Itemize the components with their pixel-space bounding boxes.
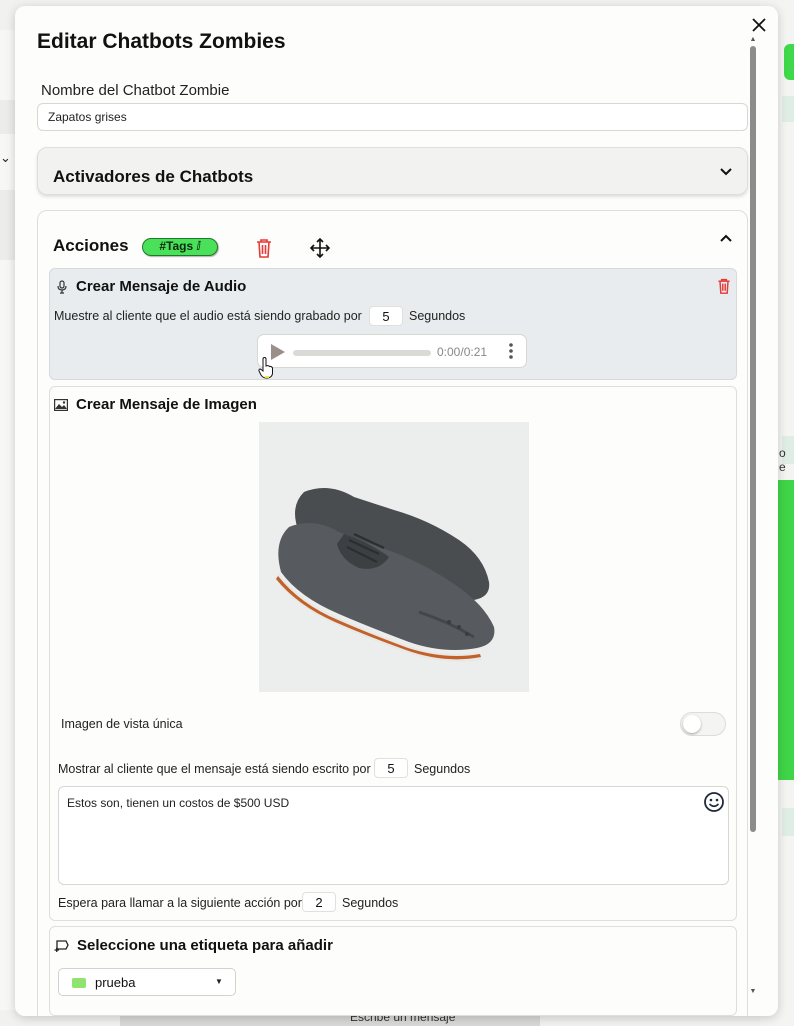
chevron-down-icon[interactable] (720, 168, 732, 176)
typing-duration-text: Mostrar al cliente que el mensaje está s… (58, 762, 371, 776)
microphone-icon (57, 279, 67, 294)
tag-select-value: prueba (95, 975, 136, 990)
caret-down-icon[interactable]: ▼ (215, 977, 223, 986)
tag-color-swatch (72, 978, 86, 988)
move-icon[interactable] (310, 238, 330, 258)
actions-panel: Acciones #Tags ⅈ Crear Mensaje de Audio (37, 210, 748, 1016)
triggers-title: Activadores de Chatbots (53, 167, 254, 186)
triggers-accordion[interactable]: Activadores de Chatbots (37, 147, 748, 195)
recording-seconds-label: Segundos (409, 309, 466, 323)
background-chevron-icon: ⌄ (0, 150, 11, 165)
single-view-toggle[interactable] (680, 712, 726, 736)
tags-badge[interactable]: #Tags ⅈ (142, 238, 218, 256)
single-view-label: Imagen de vista única (61, 717, 183, 731)
audio-progress-track[interactable] (293, 350, 431, 356)
image-message-card: Crear Mensaje de Imagen Imagen de vista … (49, 386, 737, 921)
more-options-icon[interactable] (508, 342, 514, 360)
modal-scrollbar[interactable]: ▲ ▼ (749, 36, 757, 1004)
wait-duration-text: Espera para llamar a la siguiente acción… (58, 896, 302, 910)
tag-card-title: Seleccione una etiqueta para añadir (77, 937, 333, 954)
typing-seconds-label: Segundos (414, 762, 471, 776)
recording-duration-text: Muestre al cliente que el audio está sie… (54, 309, 362, 323)
actions-title: Acciones (53, 236, 129, 255)
background-green-button (784, 44, 794, 80)
audio-time: 0:00/0:21 (437, 345, 488, 359)
toggle-knob (683, 715, 701, 733)
tags-badge-label: #Tags (159, 239, 194, 253)
product-image (259, 422, 529, 692)
modal-title: Editar Chatbots Zombies (37, 30, 286, 53)
wait-seconds-label: Segundos (342, 896, 399, 910)
close-icon[interactable] (749, 16, 769, 36)
tag-add-icon (54, 940, 69, 952)
tag-card-header: Seleccione una etiqueta para añadir (54, 937, 333, 954)
delete-actions-icon[interactable] (256, 238, 272, 258)
info-icon: ⅈ (196, 239, 201, 253)
image-icon (54, 398, 68, 411)
recording-seconds-input[interactable]: 5 (369, 306, 403, 326)
typing-seconds-input[interactable]: 5 (374, 758, 408, 778)
delete-audio-icon[interactable] (717, 278, 731, 294)
close-icon[interactable] (752, 18, 766, 32)
wait-seconds-input[interactable]: 2 (302, 892, 336, 912)
background-artwork (778, 480, 794, 780)
image-card-header: Crear Mensaje de Imagen (54, 396, 257, 413)
emoji-icon[interactable] (703, 791, 725, 813)
background-peek-text: o e (779, 446, 786, 474)
scroll-up-icon[interactable]: ▲ (749, 36, 757, 43)
message-text: Estos son, tienen un costos de $500 USD (67, 796, 290, 810)
chatbot-name-label: Nombre del Chatbot Zombie (41, 82, 230, 99)
audio-message-card: Crear Mensaje de Audio Muestre al client… (49, 268, 737, 380)
chevron-up-icon[interactable] (720, 234, 732, 242)
add-tag-card: Seleccione una etiqueta para añadir prue… (49, 926, 737, 1016)
background-band (782, 96, 794, 122)
background-band (782, 808, 794, 836)
edit-chatbot-modal: ▲ ▼ Editar Chatbots Zombies Nombre del C… (15, 6, 778, 1016)
shoe-illustration (275, 488, 495, 662)
tag-select[interactable]: prueba ▼ (58, 968, 236, 996)
scroll-down-icon[interactable]: ▼ (749, 988, 757, 995)
hand-cursor-icon (258, 357, 273, 379)
audio-player: 0:00/0:21 (257, 334, 527, 368)
image-card-title: Crear Mensaje de Imagen (76, 396, 257, 413)
audio-card-header: Crear Mensaje de Audio (56, 278, 246, 295)
message-textarea[interactable]: Estos son, tienen un costos de $500 USD (58, 786, 729, 885)
scrollbar-thumb[interactable] (750, 46, 756, 832)
chatbot-name-input[interactable] (37, 103, 748, 131)
audio-card-title: Crear Mensaje de Audio (76, 278, 247, 295)
